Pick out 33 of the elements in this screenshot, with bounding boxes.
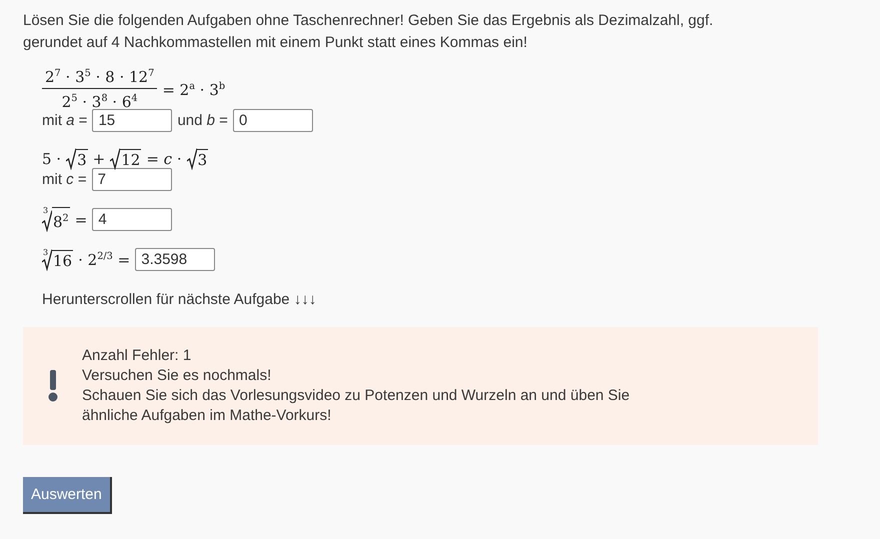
- alert-text: Schauen Sie sich das Vorlesungsvideo zu Potenzen und Wurzeln an und üben Sie ähnliche Aufgaben im Mathe-Vorkurs!: [82, 386, 631, 426]
- root-index: 3: [43, 248, 48, 256]
- root-sign-icon: [110, 148, 120, 170]
- math-text: +: [92, 150, 106, 168]
- answer-field[interactable]: 7: [92, 168, 172, 191]
- math-text: =: [74, 210, 88, 228]
- radicand: 8$^{2}$: [52, 207, 70, 232]
- evaluate-button[interactable]: Auswerten: [23, 477, 112, 514]
- alert-text: Versuchen Sie es nochmals!: [82, 366, 272, 386]
- answer-label: mit c =: [42, 171, 87, 188]
- answer-field[interactable]: 4: [92, 208, 172, 231]
- fraction-denominator: 2$^{5}$ · 3$^{8}$ · 6$^{4}$: [62, 92, 138, 111]
- fraction-numerator: 2$^{7}$ · 3$^{5}$ · 8 · 12$^{7}$: [42, 68, 158, 89]
- answer-field[interactable]: 0: [232, 109, 313, 132]
- answer-field[interactable]: 3.3598: [135, 248, 216, 271]
- instructions: Lösen Sie die folgenden Aufgaben ohne Taschenrechner! Geben Sie das Ergebnis als Dezimalzahl, ggf. gerundet auf 4 Nachkommastellen mit einem Punkt statt eines Kommas ein!: [23, 11, 714, 53]
- radicand: 16: [52, 250, 74, 270]
- radicand: 3: [76, 149, 88, 170]
- scroll-hint: Herunterscrollen für nächste Aufgabe ↓↓↓: [42, 290, 318, 308]
- radicand: 3: [196, 149, 208, 170]
- answer-label: und b =: [177, 112, 228, 129]
- exclamation-icon: [48, 370, 58, 402]
- root-sign-icon: [186, 148, 197, 170]
- math-text: 5 ·: [42, 150, 62, 168]
- math-text: = 2$^{a}$ · 3$^{b}$: [162, 80, 226, 98]
- math-text: · 2$^{2/3}$ =: [78, 250, 130, 268]
- root-index: 3: [43, 206, 48, 215]
- answer-label: mit a =: [42, 112, 88, 129]
- root-sign-icon: [66, 148, 76, 170]
- math-text: = c ·: [146, 150, 182, 168]
- root-sign-icon: [42, 248, 52, 270]
- answer-field[interactable]: 15: [92, 109, 172, 132]
- alert-text: Anzahl Fehler: 1: [82, 346, 192, 366]
